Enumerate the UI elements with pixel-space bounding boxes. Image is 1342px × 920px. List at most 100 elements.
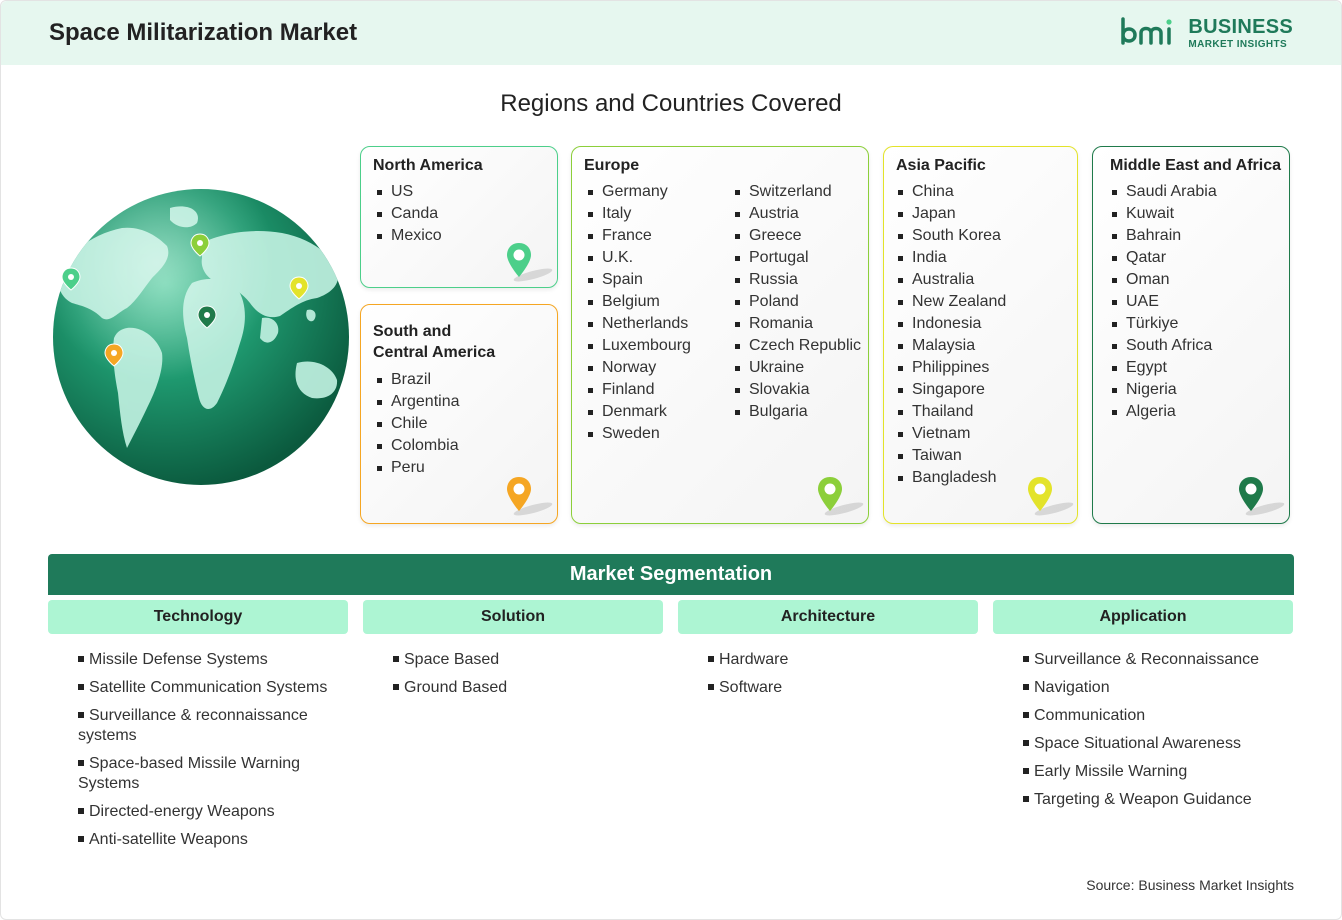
list-item: Japan	[896, 203, 1006, 225]
list-item: Anti-satellite Weapons	[78, 830, 350, 850]
list-item: Brazil	[375, 369, 460, 391]
region-title-line2: Central America	[373, 344, 496, 361]
segment-list-solution: Space Based Ground Based	[393, 650, 683, 706]
list-item: Chile	[375, 413, 460, 435]
list-item: Russia	[733, 269, 861, 291]
list-item: Space Situational Awareness	[1023, 734, 1313, 754]
list-item: Norway	[586, 357, 691, 379]
region-title: Europe	[584, 157, 640, 174]
list-item: Malaysia	[896, 335, 1006, 357]
list-item: Netherlands	[586, 313, 691, 335]
list-item: Sweden	[586, 423, 691, 445]
list-item: Thailand	[896, 401, 1006, 423]
list-item: Space-based Missile Warning Systems	[78, 755, 301, 792]
list-item: Nigeria	[1110, 379, 1217, 401]
list-item: Saudi Arabia	[1110, 181, 1217, 203]
list-item: Singapore	[896, 379, 1006, 401]
list-item: Canda	[375, 203, 442, 225]
region-card-middle-east-africa: Middle East and Africa Saudi Arabia Kuwa…	[1092, 146, 1290, 524]
list-item: Satellite Communication Systems	[78, 678, 350, 698]
list-item: Spain	[586, 269, 691, 291]
list-item: Bahrain	[1110, 225, 1217, 247]
list-item: Greece	[733, 225, 861, 247]
list-item: New Zealand	[896, 291, 1006, 313]
list-item: Portugal	[733, 247, 861, 269]
list-item: Denmark	[586, 401, 691, 423]
region-card-asia-pacific: Asia Pacific China Japan South Korea Ind…	[883, 146, 1078, 524]
list-item: Directed-energy Weapons	[78, 802, 350, 822]
list-item: US	[375, 181, 442, 203]
list-item: Targeting & Weapon Guidance	[1023, 790, 1313, 810]
segment-list-application: Surveillance & Reconnaissance Navigation…	[1023, 650, 1313, 818]
list-item: Ground Based	[393, 678, 683, 698]
logo-business-text: BUSINESS	[1188, 15, 1293, 38]
list-item: Philippines	[896, 357, 1006, 379]
list-item: Finland	[586, 379, 691, 401]
list-item: Colombia	[375, 435, 460, 457]
list-item: Peru	[375, 457, 460, 479]
list-item: Vietnam	[896, 423, 1006, 445]
list-item: Italy	[586, 203, 691, 225]
brand-logo: BUSINESS MARKET INSIGHTS	[1120, 15, 1293, 51]
location-pin-icon	[1028, 477, 1074, 516]
list-item: Taiwan	[896, 445, 1006, 467]
list-item: UAE	[1110, 291, 1217, 313]
list-item: Algeria	[1110, 401, 1217, 423]
list-item: Navigation	[1023, 678, 1313, 698]
region-title: South and Central America	[373, 321, 495, 363]
logo-subtitle-text: MARKET INSIGHTS	[1188, 38, 1288, 50]
list-item: Indonesia	[896, 313, 1006, 335]
list-item: Oman	[1110, 269, 1217, 291]
location-pin-icon	[818, 477, 864, 516]
globe-icon	[52, 188, 350, 486]
list-item: Bulgaria	[733, 401, 861, 423]
list-item: Kuwait	[1110, 203, 1217, 225]
list-item: Surveillance & Reconnaissance	[1023, 650, 1313, 670]
list-item: India	[896, 247, 1006, 269]
region-card-europe: Europe Germany Italy France U.K. Spain B…	[571, 146, 869, 524]
segment-header-solution: Solution	[363, 600, 663, 634]
list-item: China	[896, 181, 1006, 203]
list-item: Australia	[896, 269, 1006, 291]
list-item: Poland	[733, 291, 861, 313]
list-item: France	[586, 225, 691, 247]
list-item: Argentina	[375, 391, 460, 413]
segment-header-technology: Technology	[48, 600, 348, 634]
bmi-logo-icon	[1121, 17, 1172, 45]
list-item: Egypt	[1110, 357, 1217, 379]
list-item: South Africa	[1110, 335, 1217, 357]
region-title: North America	[373, 157, 483, 174]
list-item: Hardware	[708, 650, 998, 670]
list-item: South Korea	[896, 225, 1006, 247]
list-item: Missile Defense Systems	[78, 650, 350, 670]
source-note: Source: Business Market Insights	[1086, 877, 1294, 893]
regions-title: Regions and Countries Covered	[500, 90, 842, 117]
list-item: Surveillance & reconnaissance systems	[78, 707, 308, 744]
list-item: Mexico	[375, 225, 442, 247]
list-item: Slovakia	[733, 379, 861, 401]
header-bar: Space Militarization Market BUSINESS MAR…	[1, 1, 1341, 65]
location-pin-icon	[507, 243, 553, 282]
list-item: Belgium	[586, 291, 691, 313]
region-card-north-america: North America US Canda Mexico	[360, 146, 558, 288]
list-item: Early Missile Warning	[1023, 762, 1313, 782]
list-item: Qatar	[1110, 247, 1217, 269]
list-item: Bangladesh	[896, 467, 1006, 489]
list-item: Space Based	[393, 650, 683, 670]
list-item: Germany	[586, 181, 691, 203]
page-title: Space Militarization Market	[49, 19, 358, 46]
list-item: Türkiye	[1110, 313, 1217, 335]
segment-header-application: Application	[993, 600, 1293, 634]
location-pin-icon	[507, 477, 553, 516]
list-item: Luxembourg	[586, 335, 691, 357]
segment-list-technology: Missile Defense Systems Satellite Commun…	[78, 650, 350, 858]
list-item: Czech Republic	[733, 335, 861, 357]
region-title-line1: South and	[373, 323, 452, 340]
list-item: Switzerland	[733, 181, 861, 203]
segment-header-architecture: Architecture	[678, 600, 978, 634]
list-item: Software	[708, 678, 998, 698]
list-item: U.K.	[586, 247, 691, 269]
list-item: Austria	[733, 203, 861, 225]
region-card-south-central-america: South and Central America Brazil Argenti…	[360, 304, 558, 524]
region-title: Middle East and Africa	[1110, 157, 1281, 174]
